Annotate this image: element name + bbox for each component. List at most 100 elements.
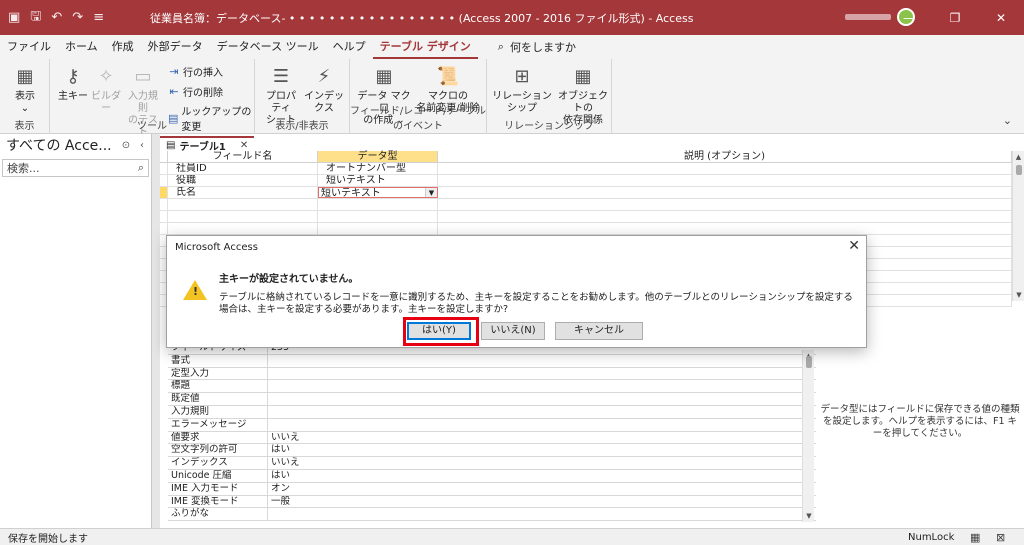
- collapse-nav-icon[interactable]: ‹: [134, 140, 150, 151]
- tab-home[interactable]: ホーム: [58, 35, 105, 59]
- description-cell[interactable]: [438, 175, 1012, 186]
- tab-database-tools[interactable]: データベース ツール: [210, 35, 326, 59]
- document-tab[interactable]: ▤ テーブル1 ✕: [160, 136, 255, 153]
- description-cell[interactable]: [438, 211, 1012, 222]
- property-row[interactable]: 値要求 いいえ: [168, 431, 816, 445]
- property-value[interactable]: [268, 508, 816, 520]
- builder-button[interactable]: ✧ ビルダー: [90, 65, 122, 115]
- datasheet-view-icon[interactable]: ▦: [970, 531, 980, 544]
- relationships-button[interactable]: ⊞ リレーションシップ: [489, 65, 555, 115]
- row-selector[interactable]: [160, 211, 168, 222]
- save-icon[interactable]: 🖫: [30, 7, 41, 29]
- row-selector[interactable]: [160, 187, 168, 198]
- close-icon[interactable]: ✕: [848, 238, 860, 254]
- data-type-cell[interactable]: [318, 223, 438, 234]
- tell-me-box[interactable]: ⌕ 何をしますか: [478, 39, 576, 55]
- data-type-cell[interactable]: 短いテキスト: [318, 175, 438, 186]
- chevron-down-icon[interactable]: ▼: [425, 188, 437, 197]
- property-value[interactable]: オン: [268, 483, 816, 495]
- scroll-thumb[interactable]: [1016, 165, 1022, 175]
- collapse-ribbon-icon[interactable]: ⌄: [1003, 114, 1012, 127]
- design-view-icon[interactable]: ⊠: [996, 531, 1005, 544]
- table-row[interactable]: [160, 199, 1012, 211]
- select-all-cell[interactable]: [160, 151, 168, 162]
- insert-rows-button[interactable]: ⇥ 行の挿入: [168, 64, 223, 79]
- column-header-data-type[interactable]: データ型: [318, 151, 438, 162]
- nav-search-input[interactable]: 検索... ⌕: [2, 159, 149, 177]
- close-tab-icon[interactable]: ✕: [240, 140, 248, 151]
- undo-icon[interactable]: ↶: [51, 10, 62, 25]
- nav-title[interactable]: すべての Acce...: [6, 135, 118, 155]
- cancel-button[interactable]: キャンセル: [555, 322, 643, 340]
- row-selector[interactable]: [160, 199, 168, 210]
- customize-toolbar-icon[interactable]: ≡: [93, 10, 104, 25]
- property-value[interactable]: [268, 368, 816, 380]
- property-value[interactable]: はい: [268, 444, 816, 456]
- table-row[interactable]: [160, 223, 1012, 235]
- field-name-cell[interactable]: 役職: [168, 175, 318, 186]
- column-header-description[interactable]: 説明 (オプション): [438, 151, 1012, 162]
- data-type-cell[interactable]: オートナンバー型: [318, 163, 438, 174]
- row-selector[interactable]: [160, 175, 168, 186]
- column-header-field-name[interactable]: フィールド名: [168, 151, 318, 162]
- field-name-cell[interactable]: 社員ID: [168, 163, 318, 174]
- description-cell[interactable]: [438, 223, 1012, 234]
- tab-file[interactable]: ファイル: [0, 35, 58, 59]
- close-window-button[interactable]: ✕: [978, 0, 1024, 35]
- property-value[interactable]: いいえ: [268, 457, 816, 469]
- data-type-dropdown[interactable]: 短いテキスト ▼: [318, 187, 438, 198]
- property-value[interactable]: 一般: [268, 496, 816, 508]
- data-type-cell[interactable]: [318, 199, 438, 210]
- property-row[interactable]: IME 入力モード オン: [168, 482, 816, 496]
- primary-key-button[interactable]: ⚷ 主キー: [58, 65, 88, 103]
- property-value[interactable]: はい: [268, 470, 816, 482]
- property-value[interactable]: [268, 406, 816, 418]
- field-grid-scrollbar[interactable]: ▲ ▼: [1012, 151, 1024, 301]
- property-value[interactable]: [268, 419, 816, 431]
- tab-external-data[interactable]: 外部データ: [141, 35, 210, 59]
- redo-icon[interactable]: ↷: [72, 10, 83, 25]
- property-row[interactable]: 既定値: [168, 393, 816, 406]
- tab-help[interactable]: ヘルプ: [326, 35, 373, 59]
- no-button[interactable]: いいえ(N): [481, 322, 545, 340]
- property-value[interactable]: [268, 355, 816, 367]
- property-row[interactable]: エラーメッセージ: [168, 418, 816, 432]
- tab-create[interactable]: 作成: [105, 35, 141, 59]
- data-type-cell[interactable]: [318, 211, 438, 222]
- table-row[interactable]: [160, 211, 1012, 223]
- property-row[interactable]: 定型入力: [168, 367, 816, 381]
- minimize-button[interactable]: —: [886, 0, 932, 35]
- property-row[interactable]: ふりがな: [168, 508, 816, 522]
- property-row[interactable]: 書式: [168, 354, 816, 368]
- scroll-thumb[interactable]: [806, 356, 812, 368]
- scroll-up-icon[interactable]: ▲: [1013, 151, 1024, 163]
- field-name-cell[interactable]: [168, 199, 318, 210]
- table-row[interactable]: 役職 短いテキスト: [160, 175, 1012, 187]
- delete-rows-button[interactable]: ⇤ 行の削除: [168, 84, 223, 99]
- property-row[interactable]: 標題: [168, 380, 816, 394]
- nav-menu-icon[interactable]: ⊙: [118, 140, 134, 151]
- field-name-cell[interactable]: 氏名: [168, 187, 318, 198]
- property-row[interactable]: 空文字列の許可 はい: [168, 444, 816, 458]
- scroll-down-icon[interactable]: ▼: [1013, 289, 1024, 301]
- property-row[interactable]: IME 変換モード 一般: [168, 495, 816, 509]
- field-name-cell[interactable]: [168, 211, 318, 222]
- row-selector[interactable]: [160, 223, 168, 234]
- properties-scrollbar[interactable]: ▲ ▼: [802, 350, 814, 522]
- property-row[interactable]: インデックス いいえ: [168, 457, 816, 470]
- table-row[interactable]: 社員ID オートナンバー型: [160, 163, 1012, 175]
- property-value[interactable]: いいえ: [268, 432, 816, 444]
- property-row[interactable]: 入力規則: [168, 405, 816, 419]
- property-row[interactable]: Unicode 圧縮 はい: [168, 469, 816, 483]
- description-cell[interactable]: [438, 187, 1012, 198]
- description-cell[interactable]: [438, 199, 1012, 210]
- description-cell[interactable]: [438, 163, 1012, 174]
- view-button[interactable]: ▦ 表示 ⌄: [10, 65, 40, 115]
- row-selector[interactable]: [160, 163, 168, 174]
- property-value[interactable]: [268, 393, 816, 405]
- tab-table-design[interactable]: テーブル デザイン: [372, 35, 478, 59]
- indexes-button[interactable]: ⚡ インデックス: [303, 65, 345, 115]
- field-name-cell[interactable]: [168, 223, 318, 234]
- property-value[interactable]: [268, 380, 816, 392]
- restore-button[interactable]: ❐: [932, 0, 978, 35]
